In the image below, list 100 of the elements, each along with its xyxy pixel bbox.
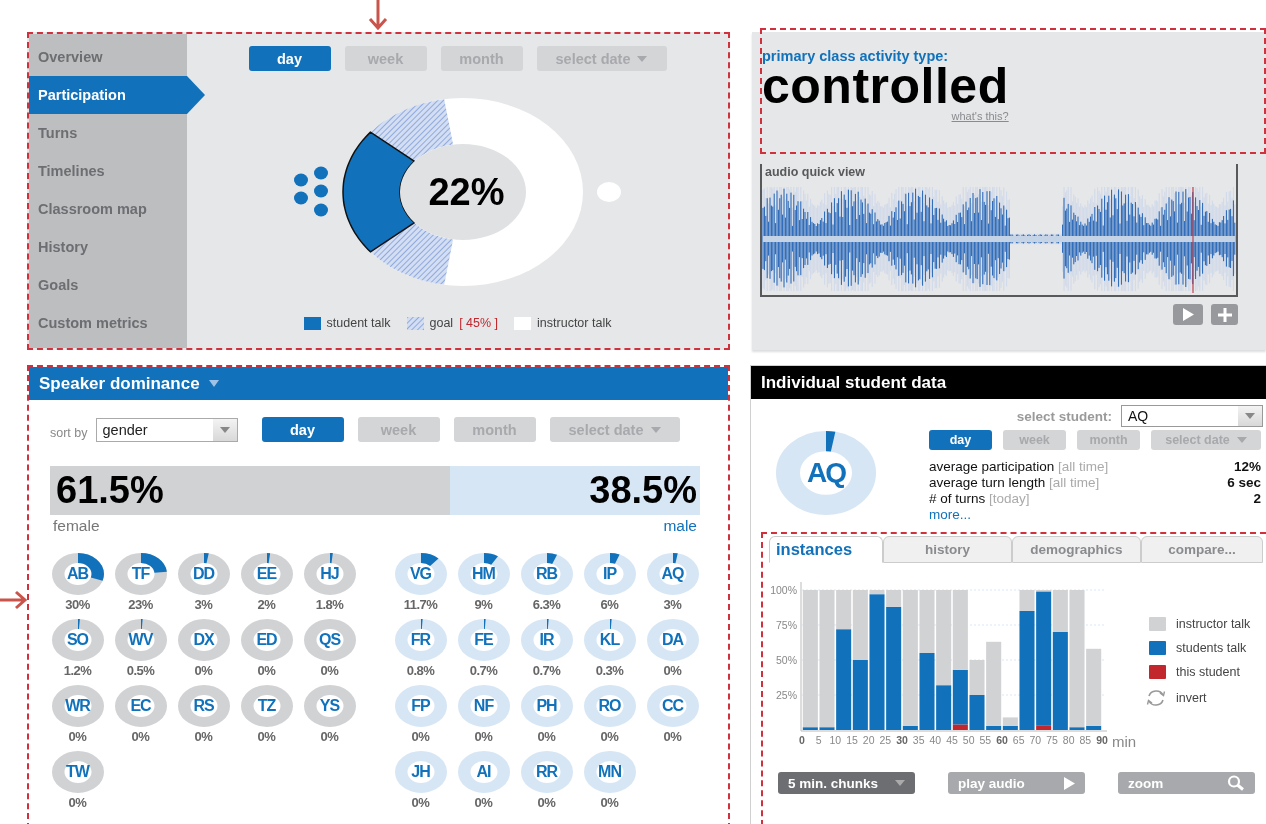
sidebar-item[interactable]: Participation [29,76,205,114]
donut-ring [394,553,447,595]
student-initials: SO [66,631,89,649]
invert-toggle[interactable]: invert [1176,691,1207,705]
sidebar-item[interactable]: Timelines [29,152,187,190]
student-percent: 0% [537,730,556,743]
student-percent: 1.8% [315,598,344,611]
donut-ring [583,619,636,661]
student-initials: YS [319,697,340,715]
student-percent: 2% [257,598,276,611]
legend-label: instructor talk [1176,617,1251,631]
axis-tick-label: 55 [979,734,992,746]
donut-ring [51,553,104,595]
donut-ring [394,751,447,793]
zoom-button[interactable]: zoom [1118,772,1255,794]
student-percent: 0% [320,730,339,743]
sort-dropdown[interactable]: gender [95,417,238,442]
student-percent: 9% [474,598,493,611]
student-percent: 0% [131,730,150,743]
period-tab[interactable]: day [261,417,344,442]
axis-tick-label: 20 [862,734,875,746]
sidebar-item[interactable]: History [29,228,187,266]
donut-ring [114,685,167,727]
student-percent: 0% [663,730,682,743]
tab[interactable]: demographics [1012,536,1141,563]
student-initials: WR [65,697,90,715]
student-percent: 1.2% [63,664,92,677]
student-initials: HM [472,565,495,583]
chunk-dropdown[interactable]: 5 min. chunks [778,772,915,794]
sidebar-item[interactable]: Classroom map [29,190,187,228]
student-percent: 3% [663,598,682,611]
refresh-icon [1146,689,1166,707]
donut-ring [114,619,167,661]
donut-ring [51,619,104,661]
student-initials: DA [661,631,684,649]
student-initials: FR [410,631,431,649]
axis-tick-label: 5 [815,734,822,746]
legend-label: instructor talk [537,316,612,330]
axis-tick-label: 90 [1096,734,1108,746]
student-percent: 0.8% [406,664,435,677]
annotation-arrow-icon [368,0,388,30]
select-label: select student: [1016,408,1112,424]
play-button[interactable] [1173,304,1203,325]
donut-ring [520,751,573,793]
student-initials: MN [598,763,621,781]
donut-ring [583,553,636,595]
tab[interactable]: compare... [1141,536,1263,563]
student-percent: 0% [194,730,213,743]
student-percent: 0.7% [469,664,498,677]
axis-tick-label: 30 [896,734,908,746]
student-percent: 30% [65,598,90,611]
activity-caption: primary class activity type: [762,48,950,64]
student-initials: AB [66,565,89,583]
search-icon [1227,775,1245,791]
stat-label: average turn length [all time] [929,475,1100,491]
panel-title: Individual student data [761,372,947,393]
legend-label: this student [1176,665,1240,679]
student-initials: RB [535,565,558,583]
student-percent: 6.3% [532,598,561,611]
sidebar-item[interactable]: Overview [29,38,187,76]
help-link[interactable]: what's this? [951,110,1009,122]
donut-ring [583,751,636,793]
donut-ring [394,685,447,727]
legend-swatch [514,316,532,330]
tab[interactable]: history [883,536,1012,563]
caret-icon [637,55,648,62]
play-icon [1064,776,1075,790]
period-tab[interactable]: day [248,46,331,71]
axis-tick-label: 35 [912,734,925,746]
student-percent: 3% [194,598,213,611]
donut-ring [583,685,636,727]
caret-icon [219,426,230,433]
period-tab[interactable]: day [929,430,992,450]
student-percent: 0% [537,796,556,809]
axis-tick-label: 80 [1062,734,1075,746]
audio-title: audio quick view [765,165,867,181]
student-dropdown[interactable]: AQ [1121,405,1263,427]
student-percent: 0% [474,796,493,809]
student-initials: DX [193,631,214,649]
legend-swatch [1149,665,1166,679]
add-button[interactable] [1211,304,1238,325]
student-percent: 0% [68,730,87,743]
play-audio-button[interactable]: play audio [948,772,1085,794]
student-initials: PH [536,697,557,715]
axis-tick-label: 65 [1012,734,1025,746]
dot-cluster-icon [293,166,330,218]
sidebar-item[interactable]: Goals [29,266,187,304]
tab[interactable]: instances [769,536,883,563]
donut-ring [177,553,230,595]
axis-tick-label: 10 [829,734,842,746]
more-link[interactable]: more... [929,507,971,523]
sidebar-item[interactable]: Turns [29,114,187,152]
share-value: 38.5% [589,468,697,513]
donut-ring [457,751,510,793]
sort-label: sort by [50,425,88,440]
student-initials: RR [535,763,558,781]
student-initials: AQ [807,456,845,489]
caret-icon[interactable] [208,380,219,387]
student-percent: 0% [411,796,430,809]
sidebar-item[interactable]: Custom metrics [29,304,187,342]
